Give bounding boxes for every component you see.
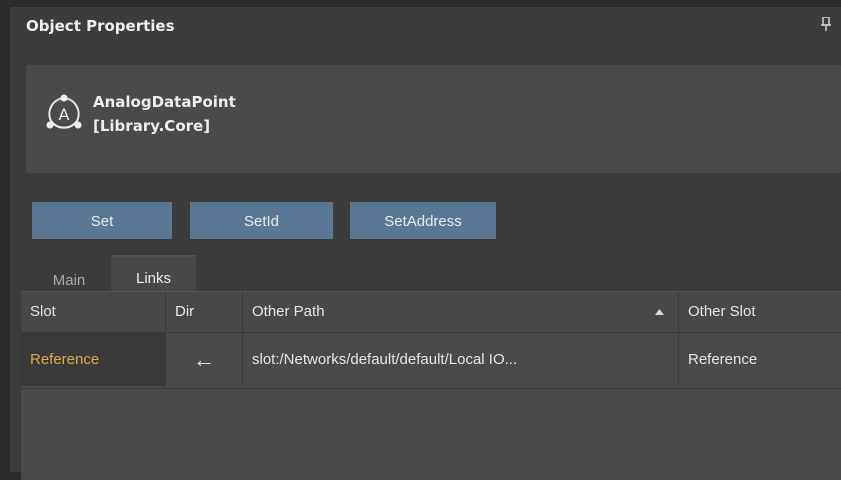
- column-header-other-path[interactable]: Other Path: [243, 292, 679, 332]
- slot-cell: Reference: [21, 333, 166, 386]
- setid-button[interactable]: SetId: [190, 202, 333, 239]
- setaddress-button[interactable]: SetAddress: [350, 202, 496, 239]
- analog-point-glyph: A: [59, 105, 70, 124]
- direction-arrow-icon: ←: [166, 333, 243, 386]
- panel-titlebar: Object Properties: [10, 7, 841, 43]
- column-header-slot[interactable]: Slot: [21, 292, 166, 332]
- object-properties-panel: Object Properties A AnalogDataPoint [Lib…: [10, 0, 841, 480]
- table-empty-area: [21, 389, 841, 480]
- analog-point-icon: A: [46, 94, 82, 129]
- object-library: [Library.Core]: [93, 117, 211, 135]
- object-header-card: A AnalogDataPoint [Library.Core]: [26, 65, 841, 173]
- sort-ascending-icon: [655, 309, 664, 315]
- object-name: AnalogDataPoint: [93, 93, 236, 111]
- set-button[interactable]: Set: [32, 202, 172, 239]
- other-path-cell: slot:/Networks/default/default/Local IO.…: [243, 333, 679, 386]
- links-table: Slot Dir Other Path Other Slot Reference…: [21, 291, 841, 480]
- pin-icon[interactable]: [821, 17, 831, 31]
- other-slot-cell: Reference: [688, 351, 758, 368]
- column-header-dir[interactable]: Dir: [166, 292, 243, 332]
- table-row[interactable]: Reference ← slot:/Networks/default/defau…: [21, 332, 841, 389]
- column-header-other-path-label: Other Path: [252, 303, 325, 320]
- panel-title: Object Properties: [26, 17, 175, 35]
- column-header-other-slot[interactable]: Other Slot: [679, 292, 841, 332]
